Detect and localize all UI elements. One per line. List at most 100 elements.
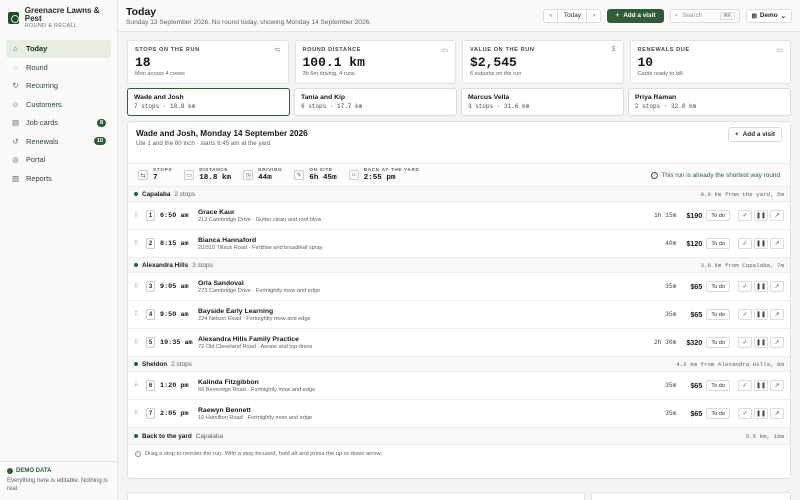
pause-icon[interactable]: ❚❚ [754,309,768,320]
crew-tab[interactable]: Wade and Josh 7 stops · 18.8 km [127,88,290,116]
stop-row[interactable]: ⠿ 6 1:20 pm Kalinda Fitzgibbon 66 Beveridge … [128,372,790,400]
open-link-icon[interactable]: ↗ [770,309,784,320]
complete-check-icon[interactable]: ✓ [738,281,752,292]
open-link-icon[interactable]: ↗ [770,408,784,419]
stop-row[interactable]: ⠿ 7 2:05 pm Raewyn Bennett 10 Hamilton Road … [128,400,790,428]
stop-row[interactable]: ⠿ 4 9:50 am Bayside Early Learning 224 Nelso… [128,301,790,329]
stop-row[interactable]: ⠿ 5 10:35 am Alexandra Hills Family Practic… [128,329,790,357]
complete-check-icon[interactable]: ✓ [738,238,752,249]
demo-title: DEMO DATA [16,468,52,475]
sidebar-item-reports[interactable]: ▥ Reports [6,169,111,188]
run-add-visit-button[interactable]: + Add a visit [727,127,782,142]
status-button[interactable]: To do [706,238,730,249]
open-link-icon[interactable]: ↗ [770,238,784,249]
metric-label: STOPS [153,168,173,173]
complete-check-icon[interactable]: ✓ [738,309,752,320]
pause-icon[interactable]: ❚❚ [754,238,768,249]
suburb-dot-icon [134,263,138,267]
open-link-icon[interactable]: ↗ [770,281,784,292]
stop-row[interactable]: ⠿ 2 8:15 am Bianca Hannaford 20/310 Tillack … [128,230,790,258]
sidebar-item-recurring[interactable]: ↻ Recurring [6,77,111,96]
stop-price: $65 [690,381,703,390]
client-name[interactable]: Orla Sandoval [198,280,642,287]
sidebar-item-round[interactable]: ◌ Round [6,58,111,77]
suburb-count: 2 stops [171,360,192,368]
suburb-group-header: Sheldon 2 stops 4.2 km from Alexandra Hill… [128,357,790,372]
status-button[interactable]: To do [706,309,730,320]
back-title: Back to the yard [142,432,192,440]
add-visit-button[interactable]: + Add a visit [607,8,664,23]
search-input[interactable]: ⌕ Search ⌘K [669,8,740,23]
run-metric: ✎ ON SITE 6h 45m [294,168,337,182]
sidebar-item-portal[interactable]: ◎ Portal [6,151,111,170]
reorder-hint: i Drag a stop to reorder the run. With a … [128,445,790,462]
drag-handle-icon[interactable]: ⠿ [134,212,142,219]
client-name[interactable]: Grace Kaur [198,209,642,216]
today-button[interactable]: Today [558,8,587,23]
stat-card: ROUND DISTANCE 100.1 km 3h 6m driving, 4 r… [294,40,456,84]
drag-handle-icon[interactable]: ⠿ [134,410,142,417]
complete-check-icon[interactable]: ✓ [738,408,752,419]
previous-day-button[interactable]: ‹ [543,8,559,23]
drag-handle-icon[interactable]: ⠿ [134,283,142,290]
client-name[interactable]: Raewyn Bennett [198,407,642,414]
stop-client: Raewyn Bennett 10 Hamilton Road · Fortnig… [198,407,642,421]
client-name[interactable]: Kalinda Fitzgibbon [198,379,642,386]
stop-row[interactable]: ⠿ 1 6:50 am Grace Kaur 213 Cambridge Drive ·… [128,202,790,230]
drag-handle-icon[interactable]: ⠿ [134,339,142,346]
drag-handle-icon[interactable]: ⠿ [134,311,142,318]
brand[interactable]: Greenacre Lawns & Pest ROUND & RECALL [0,0,117,40]
next-day-button[interactable]: › [586,8,602,23]
stat-card: STOPS ON THE RUN 18 Mon across 4 crews ⇆ [127,40,289,84]
stop-client: Grace Kaur 213 Cambridge Drive · Gutter c… [198,209,642,223]
status-button[interactable]: To do [706,380,730,391]
pause-icon[interactable]: ❚❚ [754,408,768,419]
complete-check-icon[interactable]: ✓ [738,210,752,221]
drag-handle-icon[interactable]: ⠿ [134,240,142,247]
stop-client: Bianca Hannaford 20/310 Tillack Road · Fe… [198,237,642,251]
stop-time: 9:50 am [160,310,189,319]
stop-row[interactable]: ⠿ 3 9:05 am Orla Sandoval 273 Cambridge Driv… [128,273,790,301]
logo-icon [8,12,19,25]
status-button[interactable]: To do [706,281,730,292]
open-link-icon[interactable]: ↗ [770,337,784,348]
status-button[interactable]: To do [706,337,730,348]
status-button[interactable]: To do [706,210,730,221]
suburb-count: 2 stops [174,190,196,198]
open-link-icon[interactable]: ↗ [770,380,784,391]
stop-client: Bayside Early Learning 224 Nelson Road · … [198,308,642,322]
stat-label: STOPS ON THE RUN [135,47,200,53]
drag-handle-icon[interactable]: ⠿ [134,382,142,389]
pause-icon[interactable]: ❚❚ [754,281,768,292]
sidebar-item-customers[interactable]: ☺ Customers [6,95,111,114]
stop-price: $120 [686,239,703,248]
pause-icon[interactable]: ❚❚ [754,380,768,391]
client-name[interactable]: Bianca Hannaford [198,237,642,244]
sidebar-item-label: Customers [26,99,62,109]
pause-icon[interactable]: ❚❚ [754,337,768,348]
client-name[interactable]: Alexandra Hills Family Practice [198,336,642,343]
complete-check-icon[interactable]: ✓ [738,337,752,348]
truck-icon: ▭ [184,170,195,180]
sidebar-item-job-cards[interactable]: ▤ Job cards 8 [6,114,111,133]
crew-tab[interactable]: Tania and Kip 6 stops · 17.7 km [294,88,457,116]
status-button[interactable]: To do [706,408,730,419]
crew-tab[interactable]: Marcus Vella 3 stops · 31.6 km [461,88,624,116]
customers-icon: ☺ [11,99,20,109]
crew-tab[interactable]: Priya Raman 2 stops · 32.0 km [628,88,791,116]
demo-dot-icon [7,468,13,475]
sidebar-item-today[interactable]: ⌂ Today [6,39,111,58]
complete-check-icon[interactable]: ✓ [738,380,752,391]
open-link-icon[interactable]: ↗ [770,210,784,221]
demo-select[interactable]: ⊞ Demo ⌄ [745,8,792,23]
portal-icon: ◎ [12,155,19,165]
client-name[interactable]: Bayside Early Learning [198,308,642,315]
truck-icon: ▭ [441,47,448,54]
main: Today Sunday 13 September 2026. No round… [118,0,800,500]
sidebar-item-label: Reports [26,173,52,183]
sidebar-item-renewals[interactable]: ↺ Renewals 10 [6,132,111,151]
crew-name: Wade and Josh [134,94,184,101]
client-address: 72 Old Cleveland Road · Aerate and top d… [198,343,313,350]
search-icon: ⌕ [674,11,679,19]
pause-icon[interactable]: ❚❚ [754,210,768,221]
